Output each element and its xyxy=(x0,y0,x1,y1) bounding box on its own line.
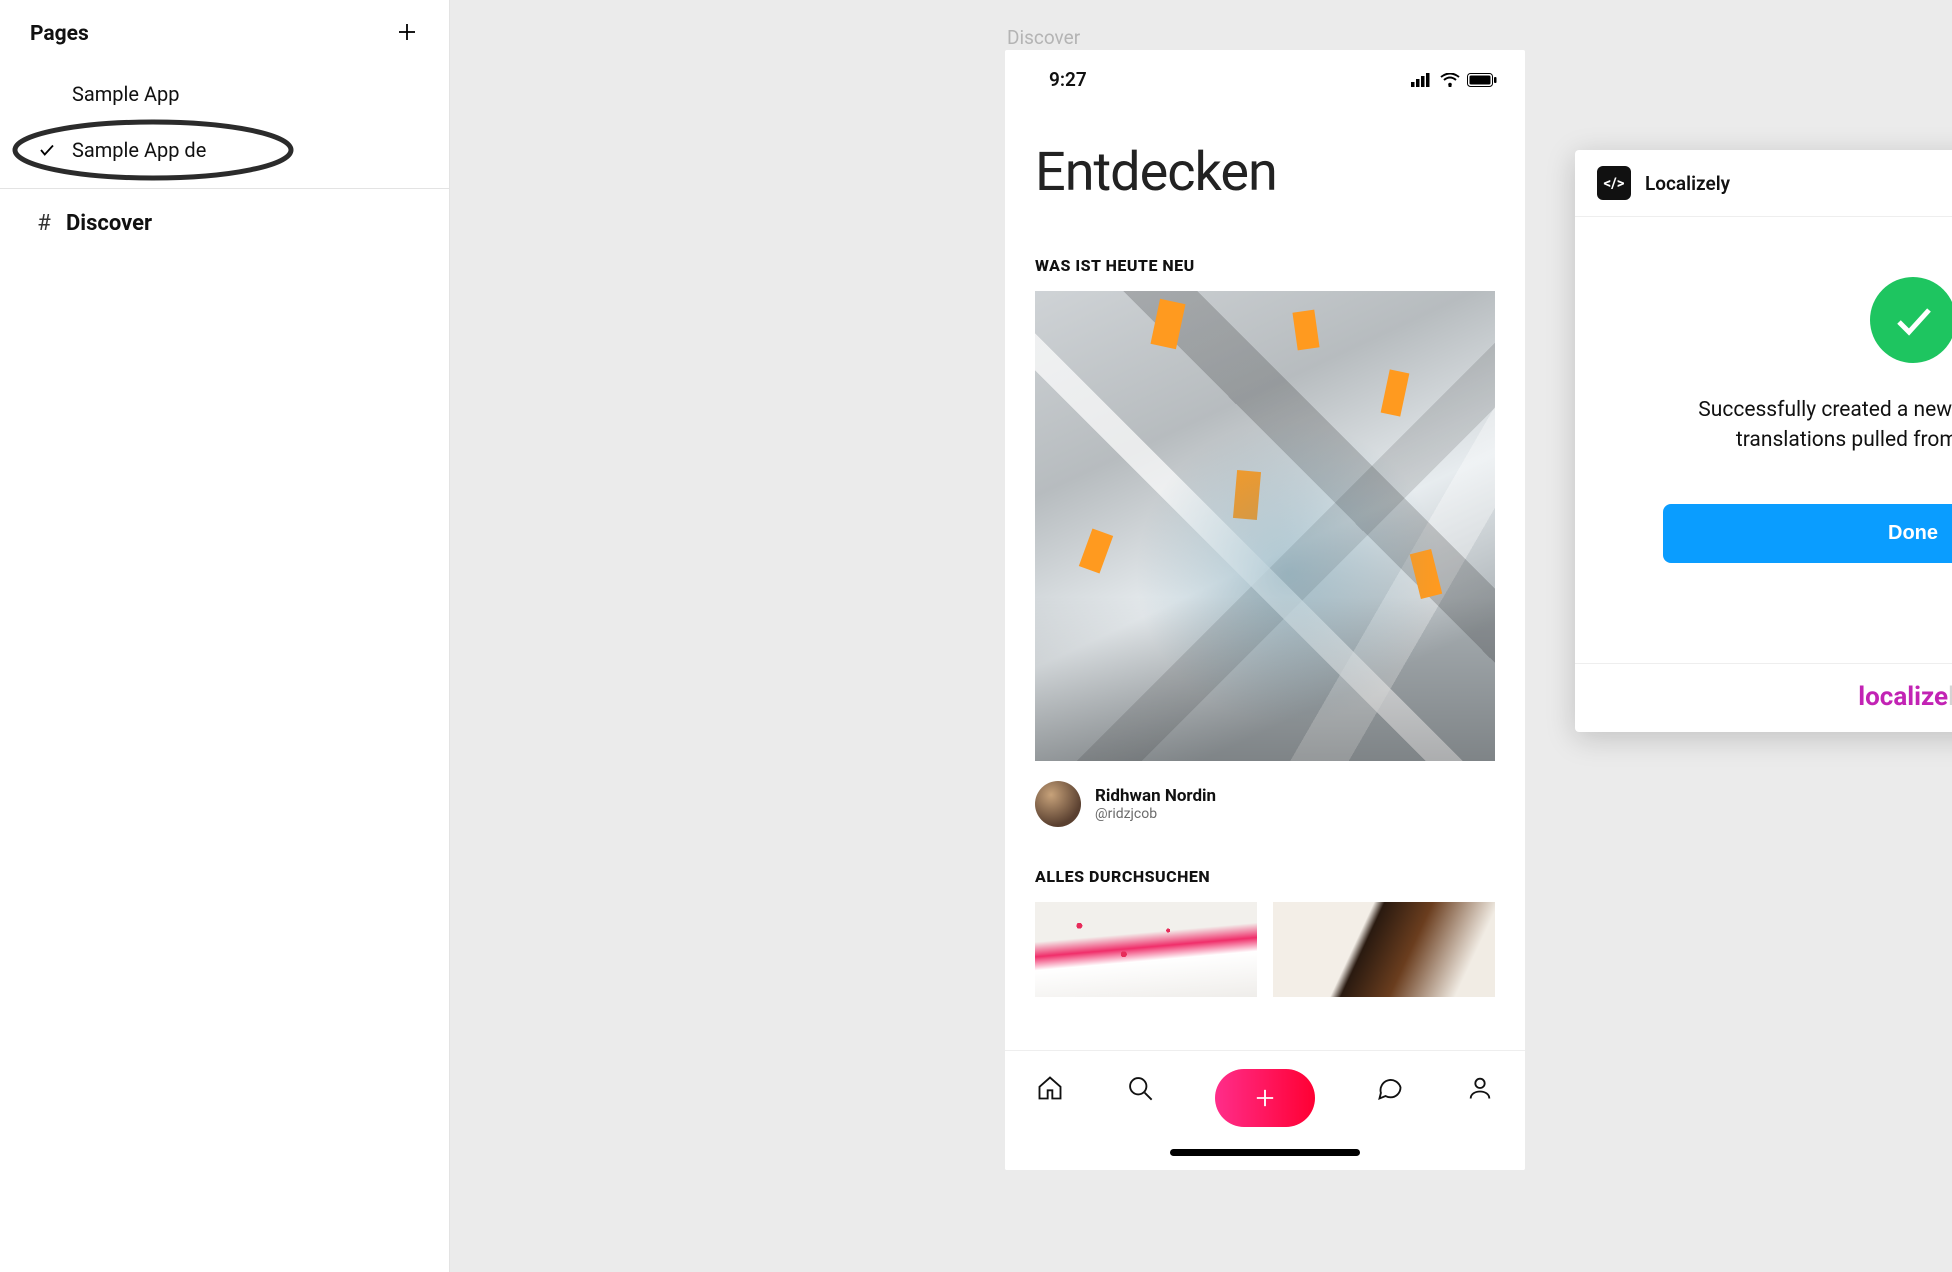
done-button[interactable]: Done xyxy=(1663,504,1952,563)
frame-icon: # xyxy=(30,211,58,236)
add-page-button[interactable] xyxy=(395,20,419,48)
home-icon[interactable] xyxy=(1035,1073,1065,1103)
check-icon xyxy=(38,141,64,159)
plus-icon xyxy=(395,20,419,44)
add-button[interactable] xyxy=(1215,1069,1315,1127)
tab-bar xyxy=(1005,1050,1525,1170)
home-indicator xyxy=(1170,1149,1360,1156)
frame-label[interactable]: Discover xyxy=(1007,26,1080,49)
modal-footer: localizely xyxy=(1575,663,1952,732)
thumbnail[interactable] xyxy=(1035,902,1257,997)
localizely-logo-icon: </> xyxy=(1597,166,1631,200)
modal-message: Successfully created a new page with Ger… xyxy=(1673,395,1952,456)
brand-main: localize xyxy=(1858,682,1948,712)
canvas[interactable]: Discover 9:27 xyxy=(450,0,1952,1272)
author-block[interactable]: Ridhwan Nordin @ridzjcob xyxy=(1005,761,1525,837)
page-item-sample-app-de[interactable]: Sample App de xyxy=(0,122,449,178)
profile-icon[interactable] xyxy=(1465,1073,1495,1103)
success-check-icon xyxy=(1870,277,1952,363)
phone-frame-discover[interactable]: 9:27 xyxy=(1005,50,1525,1170)
modal-message-text: translations pulled from the Localizely xyxy=(1736,428,1952,452)
status-bar: 9:27 xyxy=(1005,50,1525,101)
section-browse-all: ALLES DURCHSUCHEN xyxy=(1005,837,1525,902)
cellular-icon xyxy=(1411,73,1433,87)
section-whats-new: WAS IST HEUTE NEU xyxy=(1005,226,1525,291)
chat-icon[interactable] xyxy=(1375,1073,1405,1103)
brand-tail: ly xyxy=(1948,682,1952,712)
frame-item-discover[interactable]: # Discover xyxy=(0,193,449,253)
pages-panel: Pages Sample App Sample App de # Discove… xyxy=(0,0,450,1272)
thumbnail-row xyxy=(1005,902,1525,997)
page-item-sample-app[interactable]: Sample App xyxy=(0,66,449,122)
author-name: Ridhwan Nordin xyxy=(1095,786,1216,806)
pages-heading: Pages xyxy=(30,22,89,46)
thumbnail[interactable] xyxy=(1273,902,1495,997)
page-item-label: Sample App xyxy=(64,82,179,106)
page-title: Entdecken xyxy=(1005,101,1525,226)
modal-message-text: Successfully created a new page with xyxy=(1698,398,1952,422)
wifi-icon xyxy=(1440,73,1460,87)
hero-image xyxy=(1035,291,1495,761)
battery-icon xyxy=(1467,73,1497,87)
status-time: 9:27 xyxy=(1049,68,1087,91)
author-handle: @ridzjcob xyxy=(1095,806,1216,822)
modal-title: Localizely xyxy=(1645,172,1730,195)
page-item-label: Sample App de xyxy=(64,138,206,162)
divider xyxy=(0,188,449,189)
frame-item-label: Discover xyxy=(58,211,152,236)
search-icon[interactable] xyxy=(1125,1073,1155,1103)
avatar xyxy=(1035,781,1081,827)
localizely-modal: </> Localizely Successfully created a ne… xyxy=(1575,150,1952,732)
localizely-wordmark: localizely xyxy=(1858,682,1952,712)
